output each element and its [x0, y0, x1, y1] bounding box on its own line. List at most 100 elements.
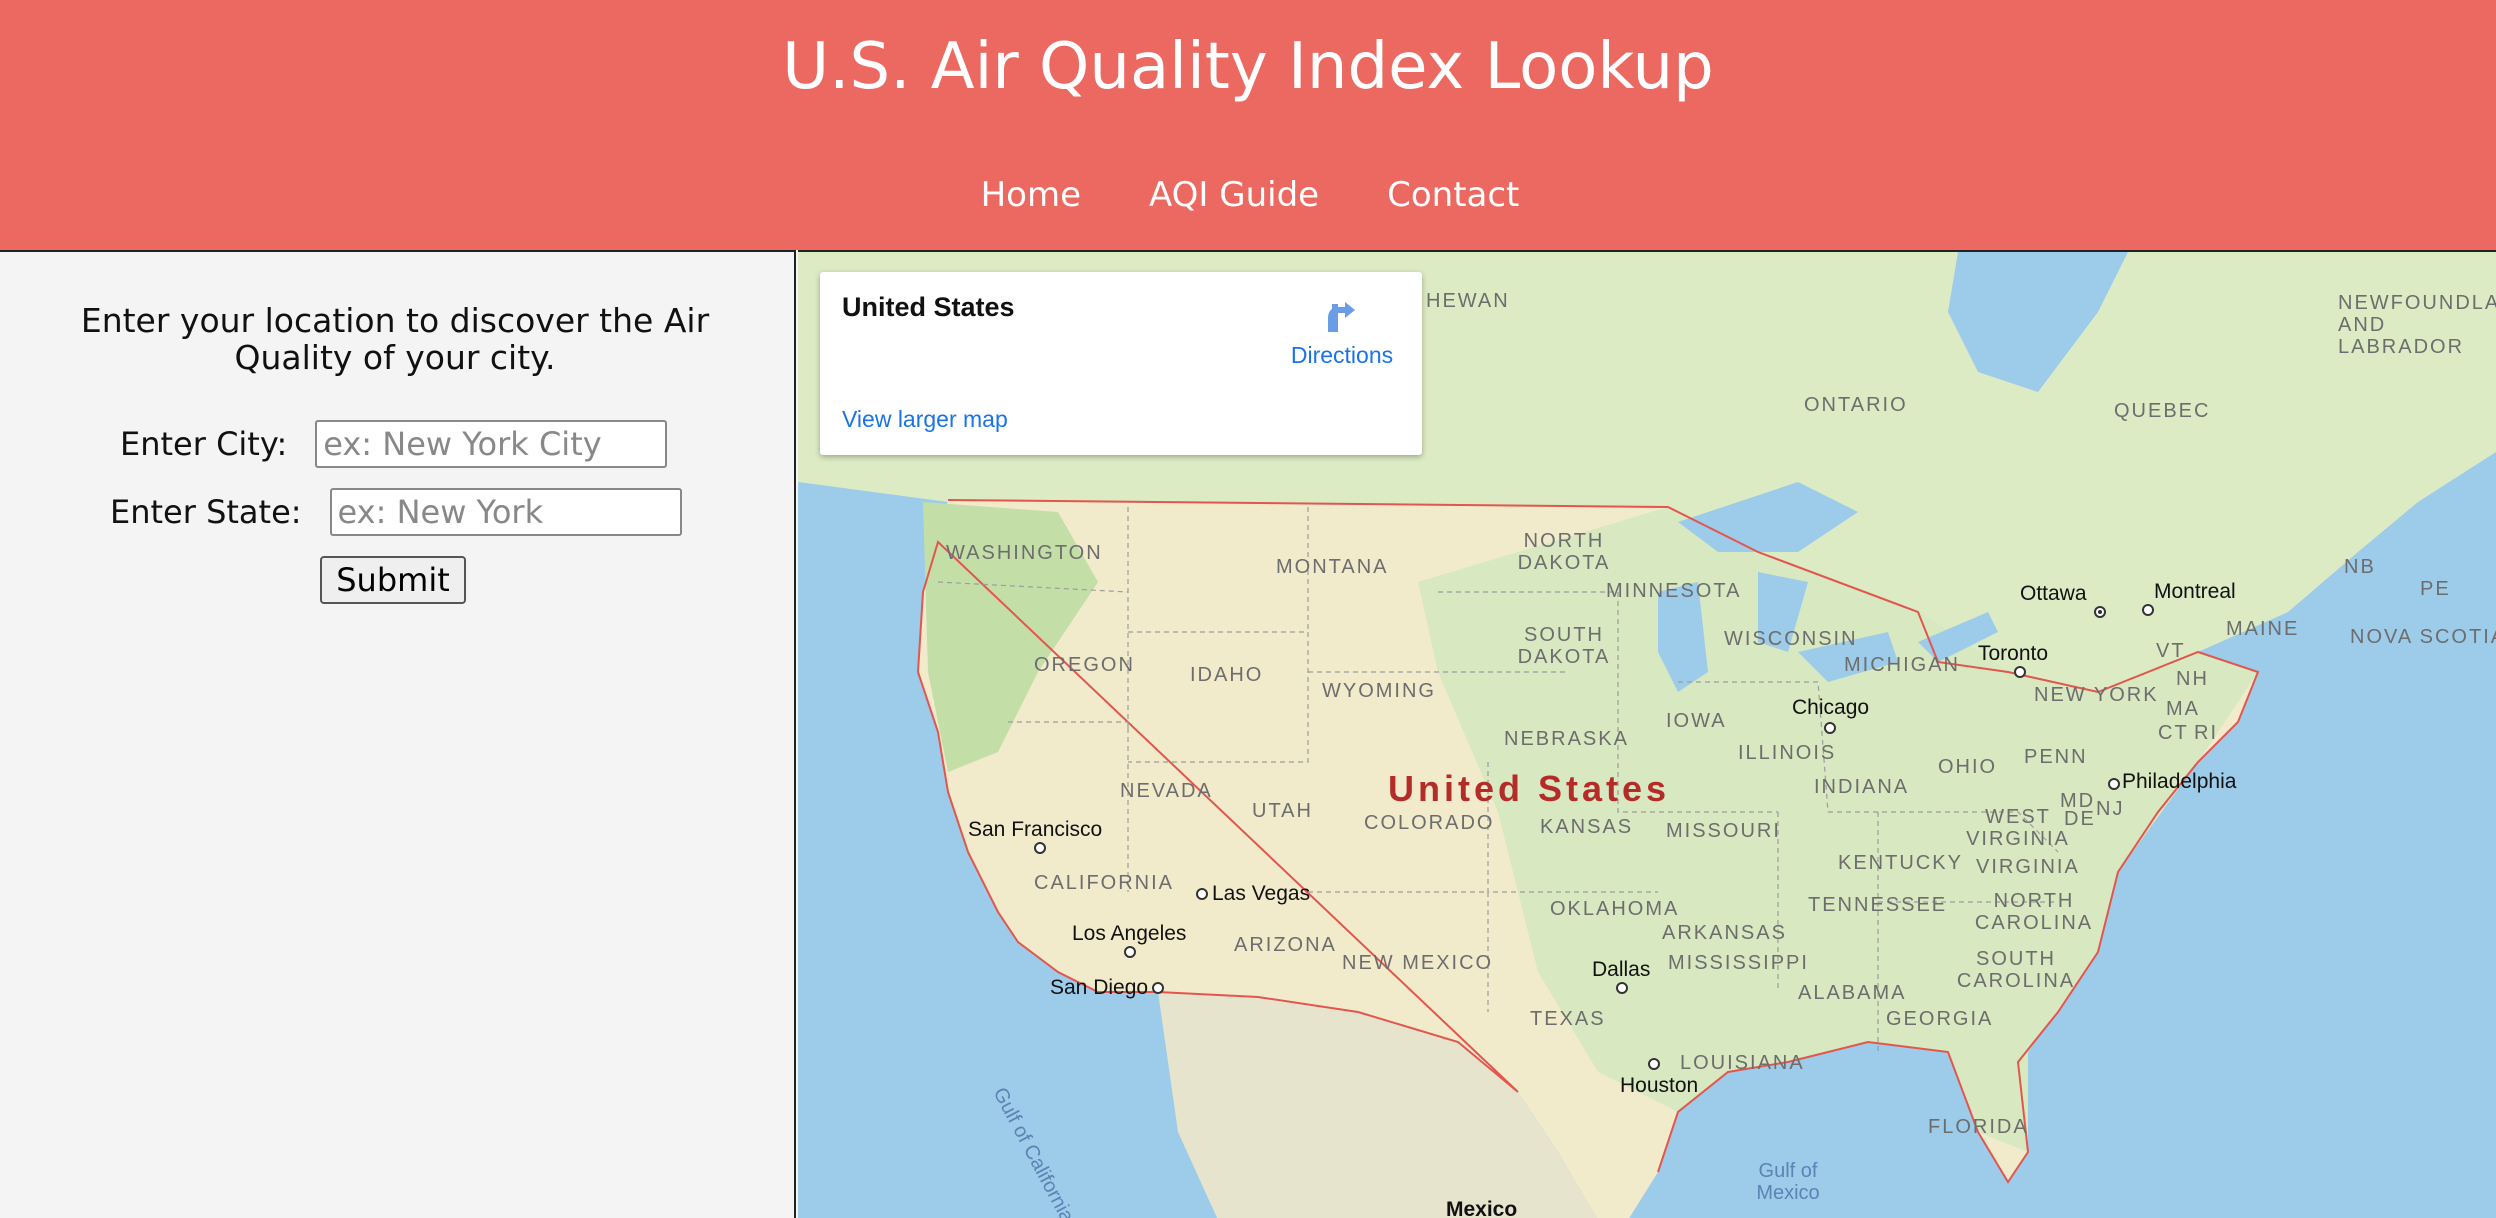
- directions-icon: [1328, 302, 1355, 332]
- city-label: Enter City:: [120, 425, 288, 463]
- city-label: San Diego: [1050, 976, 1149, 999]
- city-marker[interactable]: [1648, 1058, 1660, 1070]
- site-title: U.S. Air Quality Index Lookup: [782, 30, 1714, 104]
- region-label: NOVA SCOTIA: [2350, 626, 2496, 648]
- water-label: Gulf of Mexico: [1756, 1160, 1820, 1204]
- directions-label: Directions: [1290, 342, 1394, 368]
- map-info-card: United States Directions View larger map: [820, 272, 1422, 455]
- nav-home-link[interactable]: Home: [981, 175, 1081, 225]
- region-label: IDAHO: [1190, 664, 1264, 686]
- region-label: SOUTH CAROLINA: [1956, 948, 2076, 992]
- city-marker[interactable]: [2108, 778, 2120, 790]
- state-label: Enter State:: [110, 493, 302, 531]
- nav-aqi-guide-link[interactable]: AQI Guide: [1149, 175, 1319, 225]
- city-row: Enter City:: [120, 420, 668, 468]
- city-marker[interactable]: [2014, 666, 2026, 678]
- region-label: VT: [2156, 640, 2186, 662]
- region-label: MISSOURI: [1666, 820, 1781, 842]
- region-label: PENN: [2024, 746, 2088, 768]
- region-label: MA: [2166, 698, 2200, 720]
- city-label: Dallas: [1592, 958, 1651, 981]
- region-label: CT: [2158, 722, 2189, 744]
- region-label: QUEBEC: [2114, 400, 2211, 422]
- region-label: MONTANA: [1276, 556, 1389, 578]
- region-label: FLORIDA: [1928, 1116, 2029, 1138]
- city-label: San Francisco: [968, 818, 1103, 841]
- region-label: MISSISSIPPI: [1668, 952, 1809, 974]
- region-label: MICHIGAN: [1844, 654, 1960, 676]
- country-label-mexico: Mexico: [1446, 1198, 1518, 1218]
- region-label: UTAH: [1252, 800, 1313, 822]
- region-label: OKLAHOMA: [1550, 898, 1680, 920]
- region-label: OREGON: [1034, 654, 1135, 676]
- city-label: Montreal: [2154, 580, 2236, 603]
- directions-button[interactable]: Directions: [1272, 294, 1412, 369]
- region-label: KANSAS: [1540, 816, 1634, 838]
- region-label: ARIZONA: [1234, 934, 1337, 956]
- region-label: ALABAMA: [1798, 982, 1907, 1004]
- region-label: ILLINOIS: [1738, 742, 1837, 764]
- city-marker[interactable]: [2094, 606, 2106, 618]
- region-label: PE: [2420, 578, 2451, 600]
- region-label: NORTH CAROLINA: [1974, 890, 2094, 934]
- city-label: Philadelphia: [2122, 770, 2237, 793]
- region-label: WYOMING: [1322, 680, 1436, 702]
- region-label: GEORGIA: [1886, 1008, 1994, 1030]
- region-label: WISCONSIN: [1724, 628, 1858, 650]
- city-marker[interactable]: [1124, 946, 1136, 958]
- state-input[interactable]: [329, 488, 682, 536]
- city-marker[interactable]: [2142, 604, 2154, 616]
- region-label: NEW YORK: [2034, 684, 2159, 706]
- region-label: NH: [2176, 668, 2209, 690]
- region-label: KENTUCKY: [1838, 852, 1963, 874]
- region-label: NEWFOUNDLAND AND LABRADOR: [2338, 292, 2496, 358]
- state-row: Enter State:: [110, 488, 682, 536]
- region-label: NEBRASKA: [1504, 728, 1629, 750]
- region-label: LOUISIANA: [1680, 1052, 1805, 1074]
- nav-contact-link[interactable]: Contact: [1387, 175, 1519, 225]
- region-label: TEXAS: [1530, 1008, 1606, 1030]
- city-marker[interactable]: [1616, 982, 1628, 994]
- city-label: Las Vegas: [1212, 882, 1311, 905]
- region-label: NORTH DAKOTA: [1517, 530, 1611, 574]
- main-nav: Home AQI Guide Contact: [0, 175, 2496, 225]
- region-label: DE: [2064, 808, 2096, 830]
- form-intro-text: Enter your location to discover the Air …: [80, 301, 710, 377]
- gulf-of-california-water: [1058, 992, 1158, 1218]
- place-title: United States: [842, 292, 1015, 322]
- region-label: MINNESOTA: [1606, 580, 1742, 602]
- region-label: NEW MEXICO: [1342, 952, 1494, 974]
- country-label: United States: [1388, 768, 1671, 809]
- city-marker[interactable]: [1034, 842, 1046, 854]
- city-input[interactable]: [315, 420, 668, 468]
- region-label: INDIANA: [1814, 776, 1910, 798]
- region-label: ONTARIO: [1804, 394, 1908, 416]
- region-label: ARKANSAS: [1662, 922, 1787, 944]
- location-form-panel: Enter your location to discover the Air …: [0, 250, 796, 1218]
- region-label: NJ: [2096, 798, 2125, 820]
- region-label: TENNESSEE: [1808, 894, 1948, 916]
- city-marker[interactable]: [1152, 982, 1164, 994]
- region-label: OHIO: [1938, 756, 1998, 778]
- city-label: Toronto: [1978, 642, 2049, 665]
- region-label: CALIFORNIA: [1034, 872, 1175, 894]
- city-label: Los Angeles: [1072, 922, 1187, 945]
- city-label: Houston: [1620, 1074, 1699, 1097]
- region-label: NEVADA: [1120, 780, 1213, 802]
- city-marker[interactable]: [1196, 888, 1208, 900]
- region-label: COLORADO: [1364, 812, 1495, 834]
- region-label: WASHINGTON: [946, 542, 1103, 564]
- region-label: HEWAN: [1426, 290, 1510, 312]
- city-label: Chicago: [1792, 696, 1870, 719]
- site-header: U.S. Air Quality Index Lookup Home AQI G…: [0, 0, 2496, 250]
- region-label: RI: [2194, 722, 2218, 744]
- view-larger-map-link[interactable]: View larger map: [842, 406, 1008, 433]
- region-label: NB: [2344, 556, 2376, 578]
- region-label: IOWA: [1666, 710, 1727, 732]
- region-label: MAINE: [2226, 618, 2300, 640]
- submit-button[interactable]: Submit: [320, 556, 466, 604]
- city-marker[interactable]: [1824, 722, 1836, 734]
- region-label: SOUTH DAKOTA: [1517, 624, 1611, 668]
- city-label: Ottawa: [2020, 582, 2087, 605]
- region-label: VIRGINIA: [1976, 856, 2080, 878]
